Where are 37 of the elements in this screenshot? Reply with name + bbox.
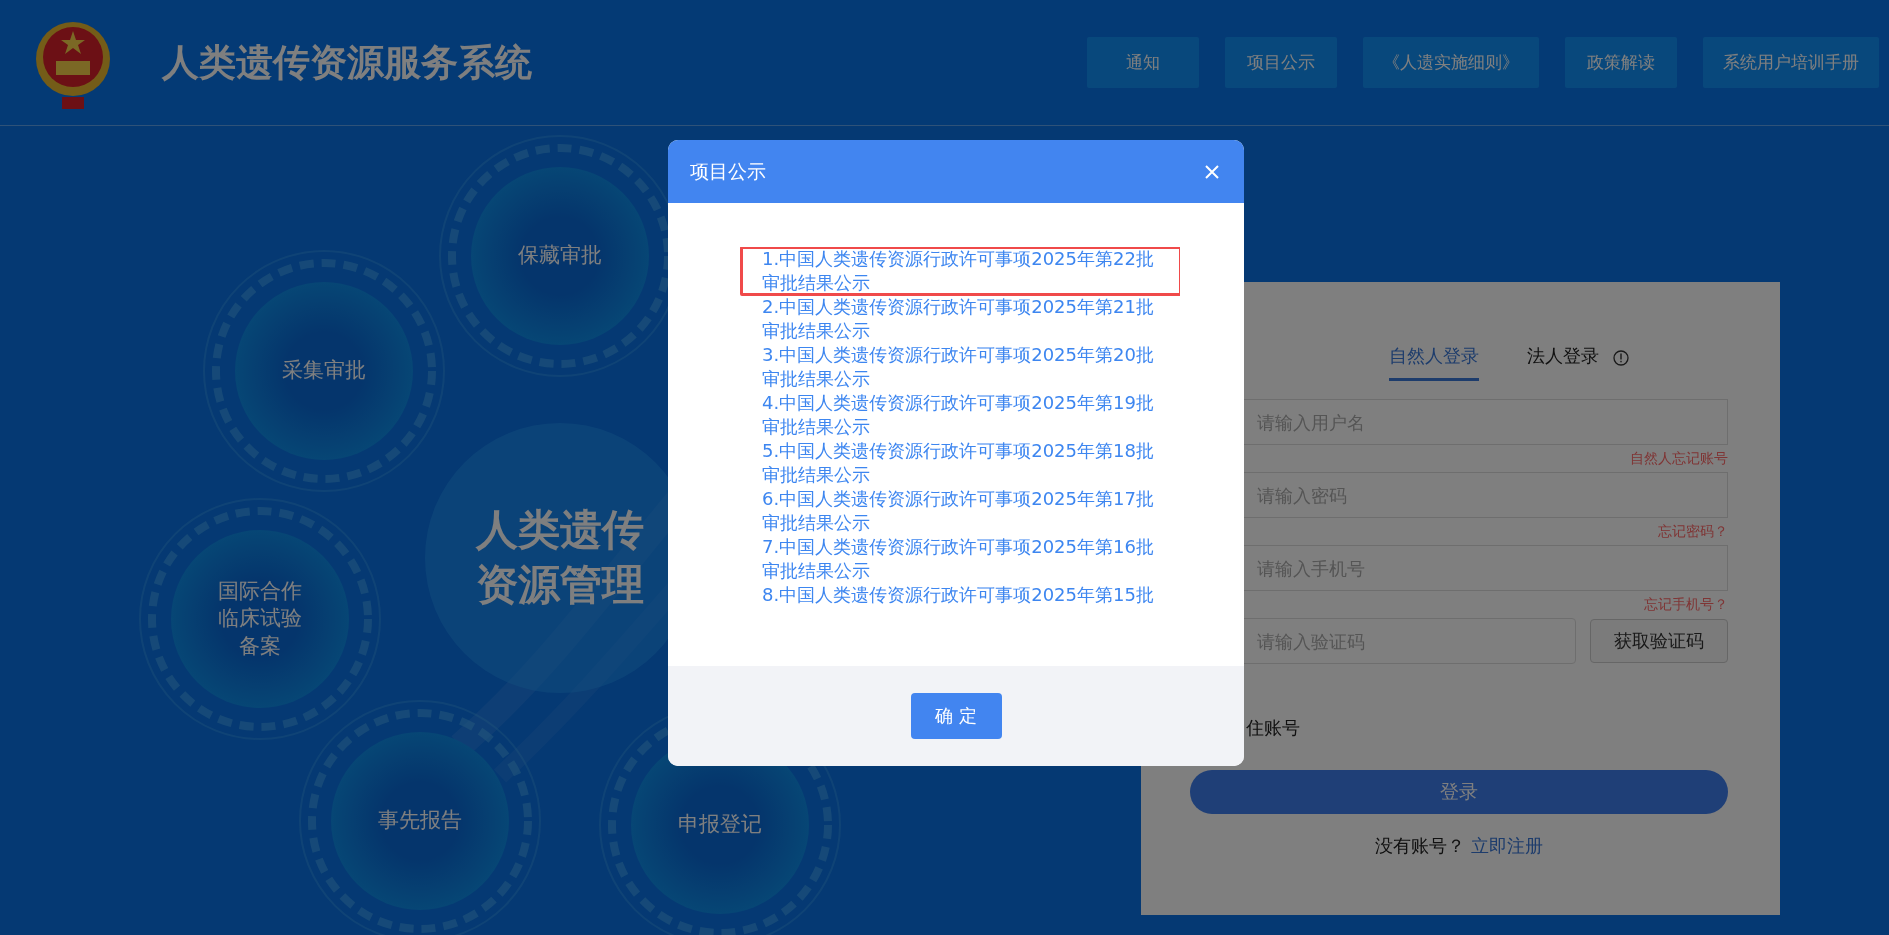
nav-button[interactable]: 项目公示	[1225, 37, 1337, 88]
announcement-link[interactable]: 2.中国人类遗传资源行政许可事项2025年第21批审批结果公示	[762, 295, 1158, 343]
circle-label: 人类遗传 资源管理	[476, 504, 644, 611]
login-tab[interactable]: 法人登录	[1527, 344, 1599, 381]
circle-label: 国际合作 临床试验 备案	[218, 578, 302, 660]
forgot-link[interactable]: 自然人忘记账号	[1630, 450, 1728, 468]
circle-label: 采集审批	[282, 357, 366, 385]
circle-label: 保藏审批	[518, 242, 602, 270]
info-icon[interactable]	[1613, 349, 1629, 366]
category-circle[interactable]: 事先报告	[331, 732, 509, 910]
announcement-link[interactable]: 8.中国人类遗传资源行政许可事项2025年第15批	[762, 583, 1158, 607]
close-icon	[1204, 163, 1220, 180]
register-link[interactable]: 立即注册	[1471, 834, 1543, 858]
circle-label: 申报登记	[678, 811, 762, 839]
nav-button[interactable]: 政策解读	[1565, 37, 1677, 88]
category-circle[interactable]: 采集审批	[235, 282, 413, 460]
remember-label: 住账号	[1246, 716, 1301, 740]
confirm-button[interactable]: 确 定	[910, 693, 1002, 739]
dialog-title: 项目公示	[690, 158, 766, 184]
announcement-link[interactable]: 7.中国人类遗传资源行政许可事项2025年第16批审批结果公示	[762, 535, 1158, 583]
category-circle[interactable]: 国际合作 临床试验 备案	[171, 530, 349, 708]
nav-button[interactable]: 《人遗实施细则》	[1363, 37, 1539, 88]
nav-button[interactable]: 系统用户培训手册	[1703, 37, 1879, 88]
announcement-link[interactable]: 4.中国人类遗传资源行政许可事项2025年第19批审批结果公示	[762, 391, 1158, 439]
category-circle[interactable]: 保藏审批	[471, 167, 649, 345]
announcement-link[interactable]: 5.中国人类遗传资源行政许可事项2025年第18批审批结果公示	[762, 439, 1158, 487]
nav-button[interactable]: 通知	[1087, 37, 1199, 88]
register-prompt: 没有账号？	[1375, 834, 1465, 858]
login-tab[interactable]: 自然人登录	[1389, 344, 1479, 381]
get-code-button[interactable]: 获取验证码	[1590, 619, 1728, 663]
announcement-link[interactable]: 6.中国人类遗传资源行政许可事项2025年第17批审批结果公示	[762, 487, 1158, 535]
site-title: 人类遗传资源服务系统	[162, 39, 532, 86]
forgot-link[interactable]: 忘记手机号？	[1644, 596, 1728, 614]
login-button[interactable]: 登录	[1190, 770, 1728, 814]
announcement-link[interactable]: 3.中国人类遗传资源行政许可事项2025年第20批审批结果公示	[762, 343, 1158, 391]
circle-label: 事先报告	[378, 807, 462, 835]
forgot-link[interactable]: 忘记密码？	[1658, 523, 1728, 541]
